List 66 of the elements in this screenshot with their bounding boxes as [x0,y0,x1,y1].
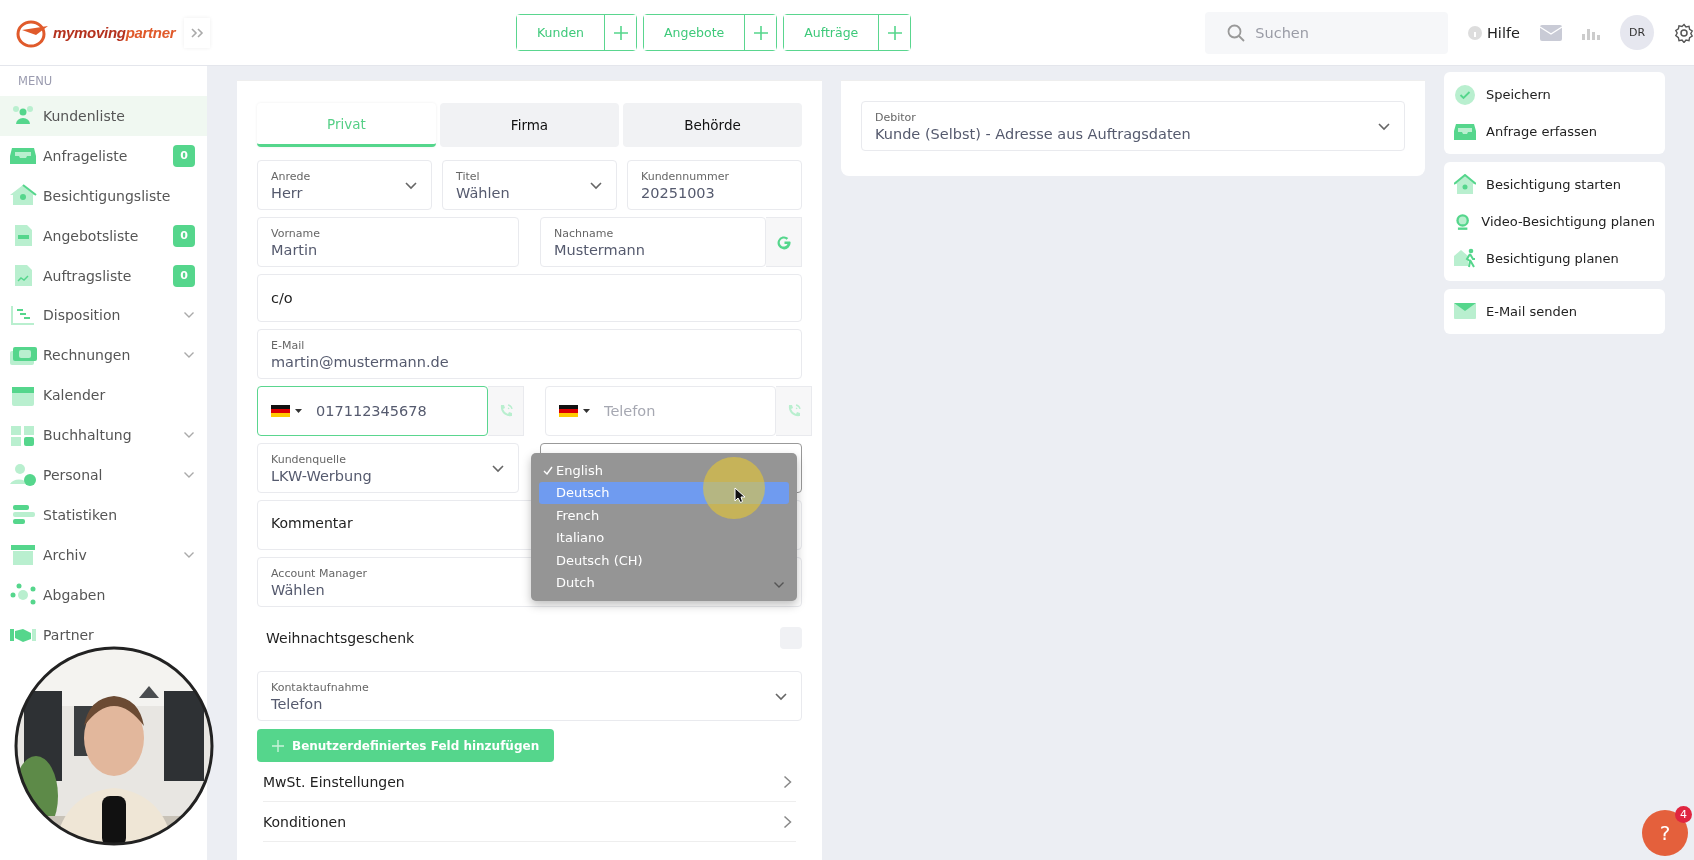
input-field[interactable]: Nachname Mustermann [540,217,766,267]
sidebar-item[interactable]: Kalender [0,375,207,416]
search-input[interactable]: Suchen [1253,23,1444,42]
notification-badge: 4 [1675,806,1692,823]
field-value: martin@mustermann.de [271,353,449,370]
field-value: Herr [271,184,303,201]
phone-field[interactable]: 017112345678 [257,386,488,436]
field-value: Martin [271,241,318,258]
select-field[interactable]: Kontaktaufnahme Telefon [257,671,802,721]
field-label: Vorname [271,226,320,240]
select-field[interactable]: Kundenquelle LKW-Werbung [257,443,519,493]
action-button[interactable]: Besichtigung starten [1444,166,1665,203]
sidebar-item[interactable]: Statistiken [0,494,207,535]
input-field[interactable]: Vorname Martin [257,217,519,267]
sidebar-item[interactable]: Angebotsliste 0 [0,215,207,256]
field-value: Kunde (Selbst) - Adresse aus Auftragsdaten [875,125,1191,142]
count-badge: 0 [173,144,195,167]
checkbox-label: Weihnachtsgeschenk [266,630,415,646]
select-field[interactable]: Anrede Herr [257,160,432,210]
field-label: Nachname [554,226,614,240]
sidebar-item[interactable]: Rechnungen [0,335,207,376]
field-label: Kundennummer [641,169,729,183]
field-value: Telefon [271,695,323,712]
action-button[interactable]: Anfrage erfassen [1444,113,1665,150]
logo-text: mymovingpartner [53,24,176,41]
tab[interactable]: Firma [440,103,619,147]
field-value: Wählen [271,581,325,598]
phone-field[interactable]: Telefon [545,386,776,436]
sidebar-item[interactable]: Buchhaltung [0,415,207,455]
field-label: Kontaktaufnahme [271,680,369,694]
input-field[interactable]: E-Mail martin@mustermann.de [257,329,802,379]
user-avatar[interactable]: DR [1619,15,1654,50]
sidebar-item[interactable]: Archiv [0,534,207,575]
sidebar-item[interactable]: Auftragsliste 0 [0,255,207,296]
search-field[interactable]: Suchen [1205,11,1448,54]
field-value: Wählen [456,184,510,201]
settings-section[interactable]: MwSt. Einstellungen [263,762,796,802]
input-field[interactable]: Kundennummer 20251003 [627,160,802,210]
action-button[interactable]: Besichtigung planen [1444,240,1665,277]
sidebar-item[interactable]: Kundenliste [0,96,207,136]
help-link[interactable]: Hilfe [1467,24,1520,41]
tab[interactable]: Behörde [623,103,802,147]
sidebar-item[interactable]: Partner [0,614,207,655]
menu-heading: MENU [17,74,54,90]
action-button[interactable]: Speichern [1444,76,1665,113]
field-label: E-Mail [271,338,305,352]
sidebar-item[interactable]: Personal [0,455,207,495]
sidebar-item[interactable]: Besichtigungsliste [0,175,207,216]
field-label: Account Manager [271,566,368,580]
field-label: Debitor [875,110,916,124]
field-label: Titel [456,169,480,183]
sidebar-item[interactable]: Anfrageliste 0 [0,135,207,176]
action-button[interactable]: Video-Besichtigung planen [1444,203,1665,240]
field-value: 20251003 [641,184,715,201]
sidebar-item[interactable]: Abgaben [0,574,207,615]
field-label: Kundenquelle [271,452,346,466]
count-badge: 0 [173,264,195,287]
field-value: Mustermann [554,241,645,258]
settings-section[interactable]: Konditionen [263,802,796,842]
field-value: LKW-Werbung [271,467,372,484]
input-field[interactable]: c/o [257,274,802,322]
select-field[interactable]: Titel Wählen [442,160,617,210]
sidebar-item[interactable]: Disposition [0,295,207,336]
count-badge: 0 [173,224,195,247]
select-field[interactable]: Debitor Kunde (Selbst) - Adresse aus Auftragsdaten [861,101,1405,151]
field-label: Anrede [271,169,311,183]
